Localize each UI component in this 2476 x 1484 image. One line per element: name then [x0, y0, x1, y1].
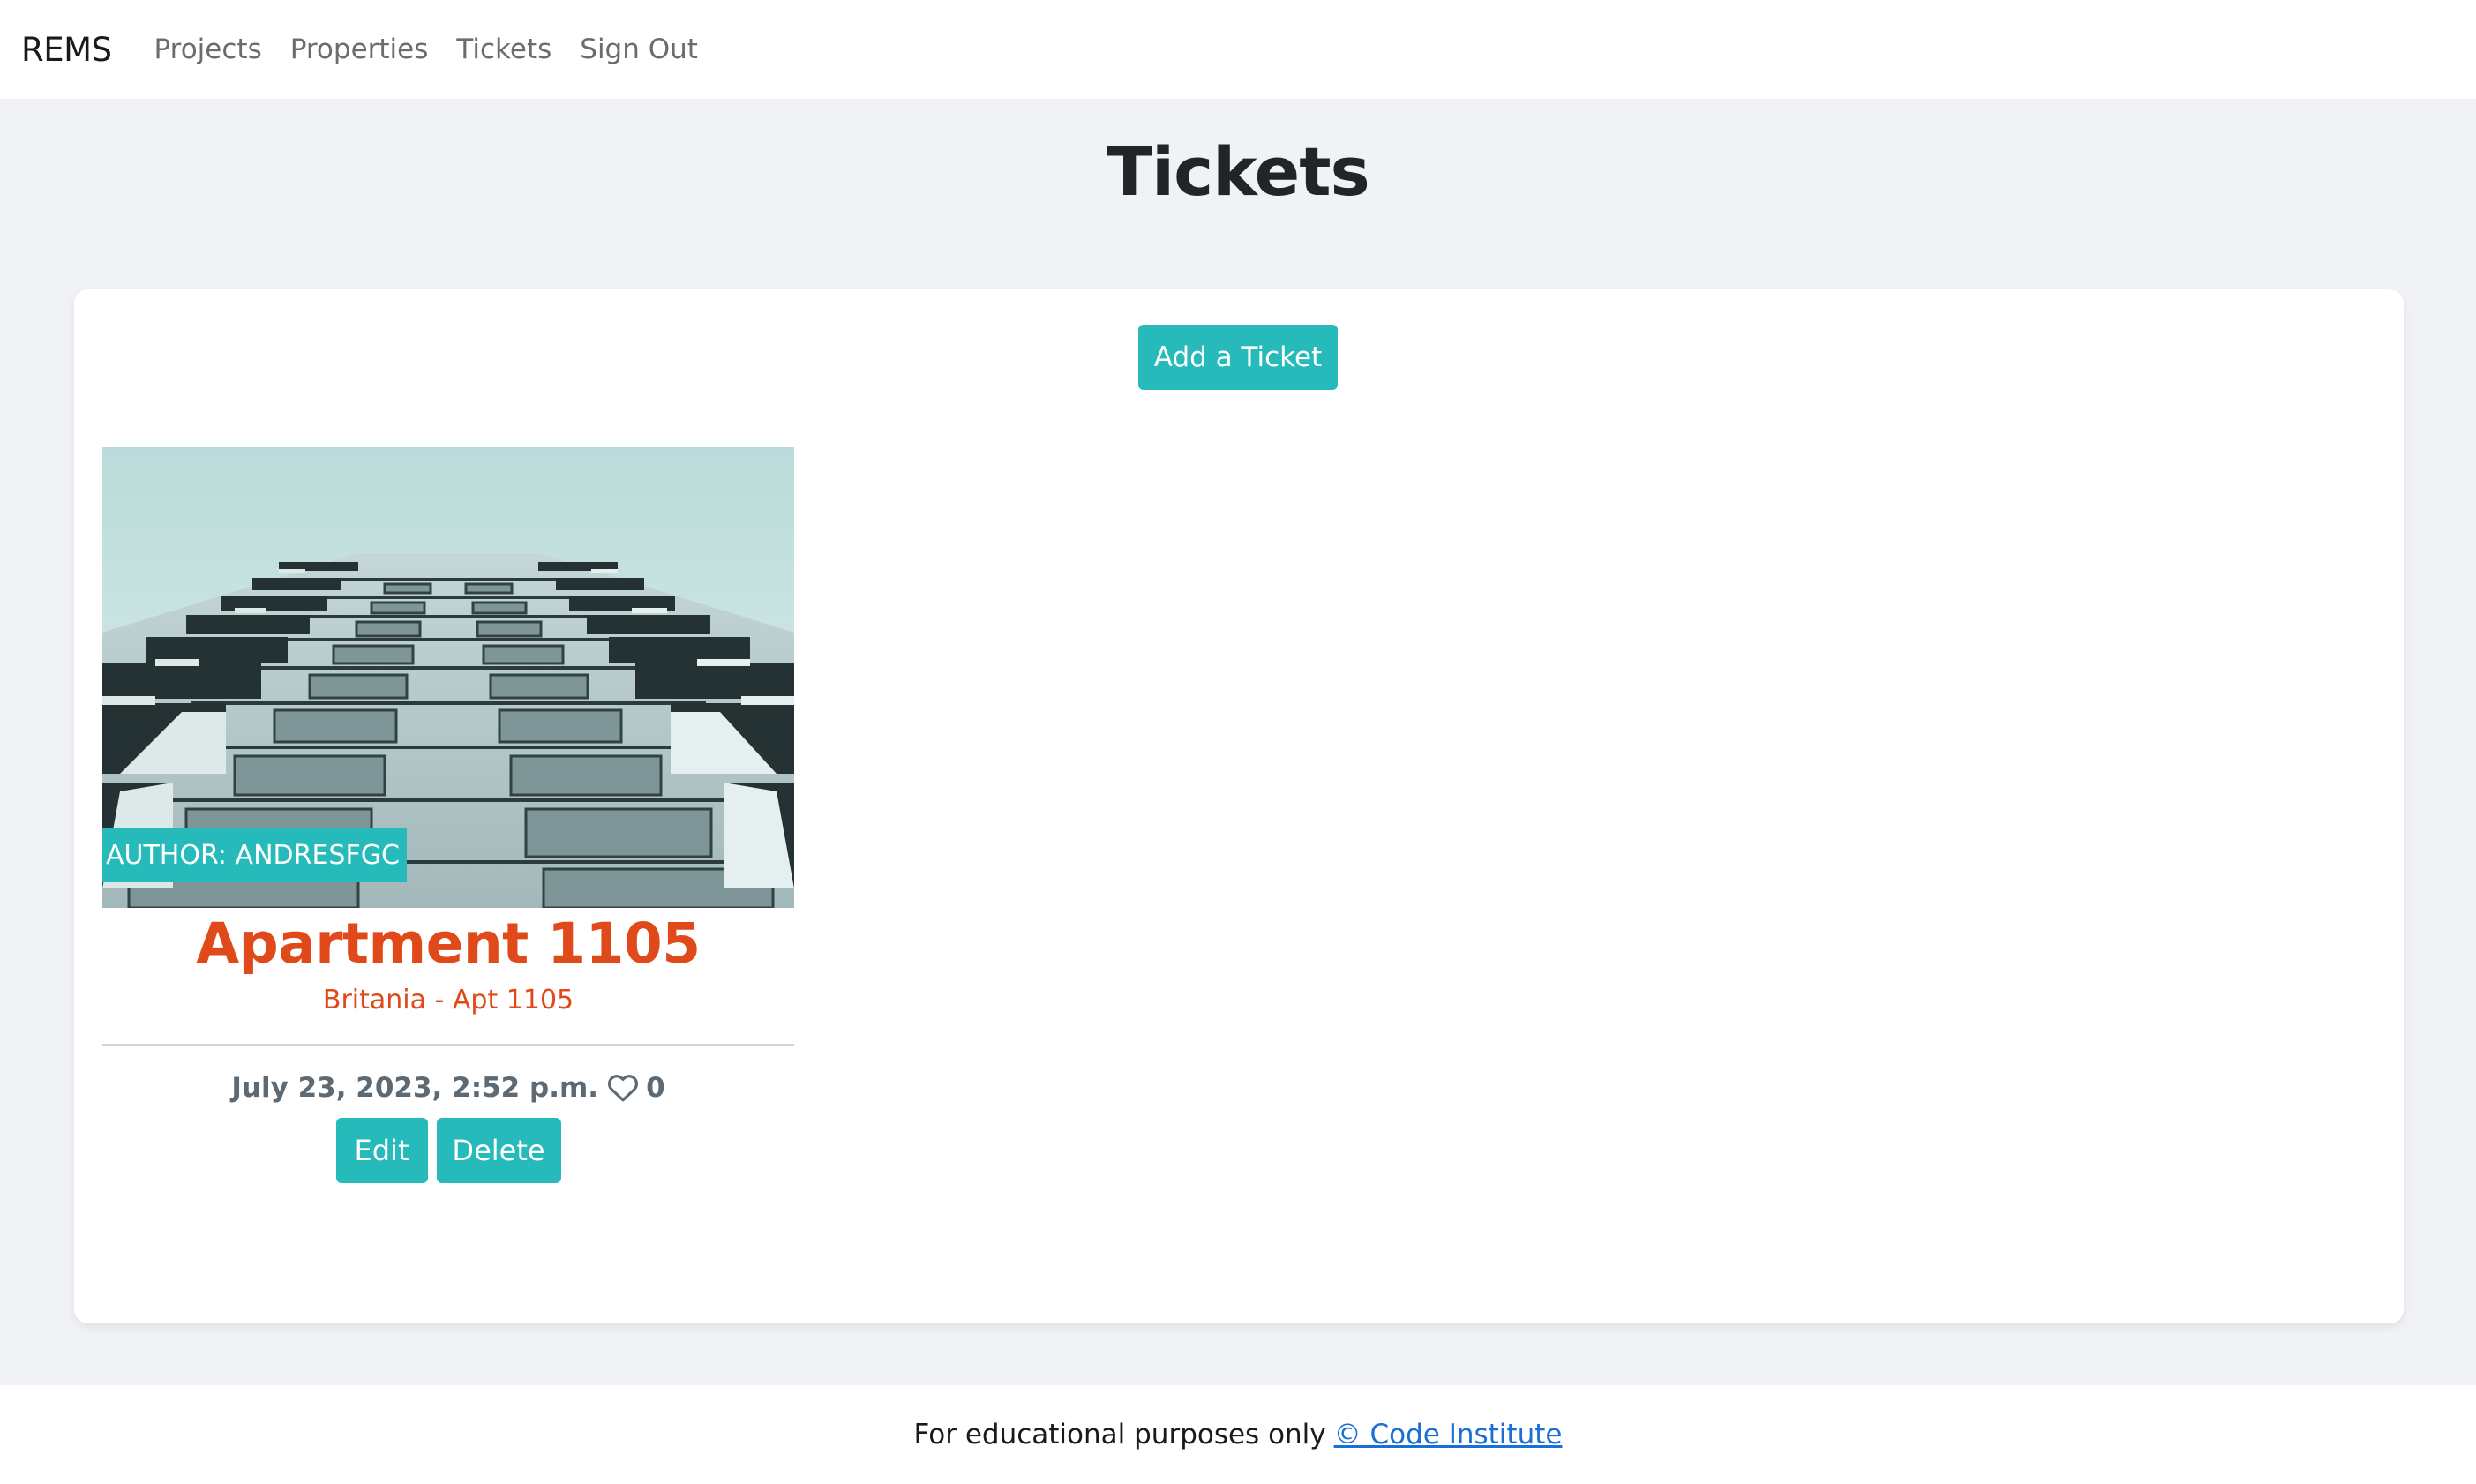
footer-link-code-institute[interactable]: © Code Institute [1334, 1419, 1563, 1450]
nav-link-tickets[interactable]: Tickets [456, 34, 551, 65]
ticket-card: AUTHOR: ANDRESFGC Apartment 1105 Britani… [102, 447, 794, 1183]
page-title: Tickets [1107, 132, 1370, 211]
ticket-actions: Edit Delete [102, 1118, 794, 1183]
tickets-container: Add a Ticket AUTHOR: ANDRESFGC Apartment… [74, 289, 2404, 1323]
navbar: REMS Projects Properties Tickets Sign Ou… [0, 0, 2476, 99]
ticket-title[interactable]: Apartment 1105 [102, 911, 794, 976]
footer-text: For educational purposes only [913, 1419, 1326, 1450]
ticket-subtitle: Britania - Apt 1105 [322, 985, 574, 1016]
nav-link-properties[interactable]: Properties [290, 34, 429, 65]
likes-count: 0 [646, 1072, 665, 1104]
add-ticket-button[interactable]: Add a Ticket [1138, 325, 1338, 390]
divider [102, 1044, 794, 1046]
nav-link-sign-out[interactable]: Sign Out [580, 34, 698, 65]
edit-button[interactable]: Edit [335, 1118, 428, 1183]
delete-button[interactable]: Delete [436, 1118, 561, 1183]
ticket-image[interactable]: AUTHOR: ANDRESFGC [102, 447, 794, 908]
nav-link-projects[interactable]: Projects [154, 34, 262, 65]
ticket-date: July 23, 2023, 2:52 p.m. [231, 1072, 599, 1104]
ticket-meta: July 23, 2023, 2:52 p.m. 0 [102, 1072, 794, 1104]
brand-logo[interactable]: REMS [21, 31, 112, 69]
footer: For educational purposes only © Code Ins… [0, 1385, 2476, 1484]
author-badge: AUTHOR: ANDRESFGC [102, 828, 407, 882]
heart-icon[interactable] [607, 1074, 639, 1102]
